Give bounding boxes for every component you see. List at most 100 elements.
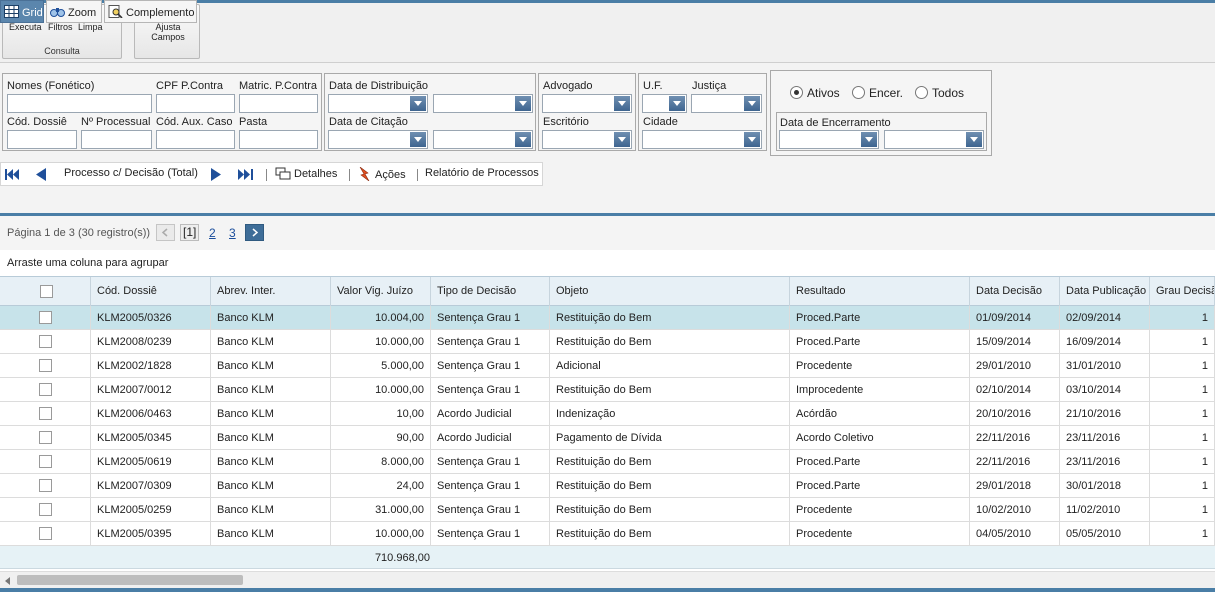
row-checkbox[interactable] xyxy=(39,407,52,420)
table-row[interactable]: KLM2005/0395 Banco KLM 10.000,00 Sentença G… xyxy=(0,522,1215,546)
table-cell: 22/11/2016 xyxy=(970,426,1060,449)
grid-footer: 710.968,00 xyxy=(0,546,1215,569)
next-record-icon[interactable] xyxy=(210,168,222,181)
results-grid: Cód. Dossiê Abrev. Inter. Valor Vig. Juízo… xyxy=(0,276,1215,571)
chevron-down-icon[interactable] xyxy=(410,132,426,147)
chevron-down-icon[interactable] xyxy=(614,132,630,147)
advogado-select[interactable] xyxy=(542,94,632,113)
chevron-down-icon[interactable] xyxy=(410,96,426,111)
chevron-down-icon[interactable] xyxy=(966,132,982,147)
radio-encer[interactable]: Encer. xyxy=(852,86,903,100)
column-header[interactable]: Abrev. Inter. xyxy=(211,277,331,306)
pasta-input[interactable] xyxy=(239,130,318,149)
row-checkbox[interactable] xyxy=(39,503,52,516)
row-checkbox[interactable] xyxy=(39,335,52,348)
chevron-down-icon[interactable] xyxy=(861,132,877,147)
data-citacao-from[interactable] xyxy=(328,130,428,149)
escritorio-select[interactable] xyxy=(542,130,632,149)
tab-complemento[interactable]: Complemento xyxy=(104,0,197,23)
data-distribuicao-to[interactable] xyxy=(433,94,533,113)
justica-select[interactable] xyxy=(691,94,762,113)
row-checkbox[interactable] xyxy=(39,479,52,492)
acoes-label: Ações xyxy=(375,169,406,181)
scrollbar-thumb[interactable] xyxy=(17,575,243,585)
chevron-down-icon[interactable] xyxy=(515,96,531,111)
pager-page-2[interactable]: 2 xyxy=(209,226,216,240)
row-checkbox[interactable] xyxy=(39,431,52,444)
chevron-down-icon[interactable] xyxy=(744,96,760,111)
n-processual-label: Nº Processual xyxy=(81,116,151,128)
column-header[interactable]: Valor Vig. Juízo xyxy=(331,277,431,306)
acoes-button[interactable]: Ações xyxy=(357,166,406,182)
row-checkbox[interactable] xyxy=(39,359,52,372)
last-record-icon[interactable] xyxy=(238,169,254,180)
pager-next-button[interactable] xyxy=(245,224,264,241)
row-checkbox[interactable] xyxy=(39,527,52,540)
data-encerramento-label: Data de Encerramento xyxy=(780,117,891,129)
table-cell: KLM2005/0619 xyxy=(91,450,211,473)
previous-record-icon[interactable] xyxy=(35,168,47,181)
uf-label: U.F. xyxy=(643,80,663,92)
table-row[interactable]: KLM2002/1828 Banco KLM 5.000,00 Sentença Gr… xyxy=(0,354,1215,378)
column-header[interactable]: Grau Decisã xyxy=(1150,277,1215,306)
column-header[interactable]: Data Decisão xyxy=(970,277,1060,306)
table-cell: KLM2007/0309 xyxy=(91,474,211,497)
table-cell: KLM2002/1828 xyxy=(91,354,211,377)
data-encerramento-from[interactable] xyxy=(779,130,879,149)
chevron-left-icon xyxy=(161,228,168,237)
data-citacao-to[interactable] xyxy=(433,130,533,149)
nomes-input[interactable] xyxy=(7,94,152,113)
tab-zoom[interactable]: Zoom xyxy=(46,0,102,23)
cpf-input[interactable] xyxy=(156,94,235,113)
column-header[interactable]: Cód. Dossiê xyxy=(91,277,211,306)
select-all-checkbox[interactable] xyxy=(40,285,53,298)
cidade-select[interactable] xyxy=(642,130,762,149)
row-checkbox[interactable] xyxy=(39,383,52,396)
group-panel[interactable]: Arraste uma coluna para agrupar xyxy=(0,250,1215,276)
pager-page-3[interactable]: 3 xyxy=(229,226,236,240)
table-row[interactable]: KLM2005/0326 Banco KLM 10.004,00 Sentença G… xyxy=(0,306,1215,330)
scroll-left-icon[interactable] xyxy=(5,577,10,585)
table-row[interactable]: KLM2007/0309 Banco KLM 24,00 Sentença Grau … xyxy=(0,474,1215,498)
chevron-down-icon[interactable] xyxy=(744,132,760,147)
uf-select[interactable] xyxy=(642,94,687,113)
table-row[interactable]: KLM2006/0463 Banco KLM 10,00 Acordo Judicia… xyxy=(0,402,1215,426)
pager-previous-button[interactable] xyxy=(156,224,175,241)
data-distribuicao-from[interactable] xyxy=(328,94,428,113)
table-cell: 23/11/2016 xyxy=(1060,450,1150,473)
matric-input[interactable] xyxy=(239,94,318,113)
table-cell: 1 xyxy=(1150,402,1215,425)
horizontal-scrollbar[interactable] xyxy=(0,571,1215,588)
cod-dossie-input[interactable] xyxy=(7,130,77,149)
relatorio-button[interactable]: Relatório de Processos xyxy=(425,167,539,179)
row-checkbox[interactable] xyxy=(39,455,52,468)
radio-ativos[interactable]: Ativos xyxy=(790,86,840,100)
row-select-cell xyxy=(0,522,91,545)
table-row[interactable]: KLM2005/0619 Banco KLM 8.000,00 Sentença Gr… xyxy=(0,450,1215,474)
n-processual-input[interactable] xyxy=(81,130,152,149)
table-row[interactable]: KLM2005/0345 Banco KLM 90,00 Acordo Judicia… xyxy=(0,426,1215,450)
tab-grid[interactable]: Grid xyxy=(0,0,44,23)
column-header[interactable]: Objeto xyxy=(550,277,790,306)
table-cell: Indenização xyxy=(550,402,790,425)
column-header[interactable]: Data Publicação xyxy=(1060,277,1150,306)
cod-aux-input[interactable] xyxy=(156,130,235,149)
column-header[interactable]: Tipo de Decisão xyxy=(431,277,550,306)
table-row[interactable]: KLM2007/0012 Banco KLM 10.000,00 Sentença G… xyxy=(0,378,1215,402)
table-cell: 1 xyxy=(1150,522,1215,545)
table-row[interactable]: KLM2008/0239 Banco KLM 10.000,00 Sentença G… xyxy=(0,330,1215,354)
chevron-down-icon[interactable] xyxy=(515,132,531,147)
detalhes-button[interactable]: Detalhes xyxy=(275,167,337,180)
table-cell: Restituição do Bem xyxy=(550,330,790,353)
radio-todos[interactable]: Todos xyxy=(915,86,964,100)
first-record-icon[interactable] xyxy=(5,169,20,180)
table-cell: Sentença Grau 1 xyxy=(431,450,550,473)
data-encerramento-to[interactable] xyxy=(884,130,984,149)
row-checkbox[interactable] xyxy=(39,311,52,324)
column-header[interactable]: Resultado xyxy=(790,277,970,306)
chevron-down-icon[interactable] xyxy=(614,96,630,111)
chevron-down-icon[interactable] xyxy=(669,96,685,111)
table-cell: 16/09/2014 xyxy=(1060,330,1150,353)
table-cell: 10.000,00 xyxy=(331,378,431,401)
table-row[interactable]: KLM2005/0259 Banco KLM 31.000,00 Sentença G… xyxy=(0,498,1215,522)
